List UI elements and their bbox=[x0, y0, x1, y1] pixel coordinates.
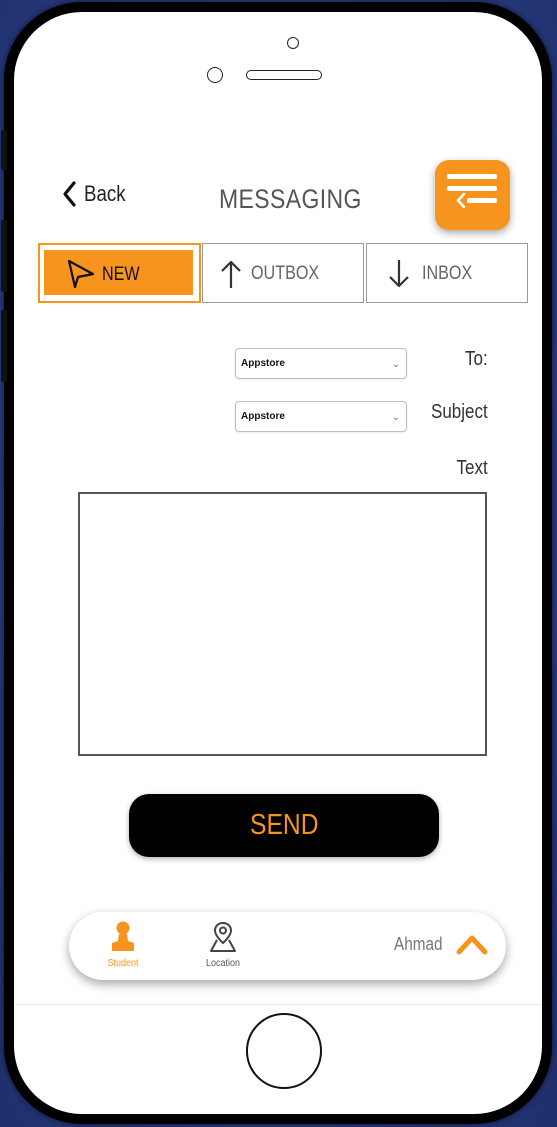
chevron-down-icon: ⌄ bbox=[391, 359, 400, 370]
to-label: To: bbox=[465, 348, 488, 370]
tab-new[interactable]: NEW bbox=[38, 243, 201, 303]
front-camera bbox=[287, 37, 299, 49]
to-select-value: Appstore bbox=[241, 358, 285, 369]
page-title: MESSAGING bbox=[219, 184, 362, 214]
tab-inbox-label: INBOX bbox=[422, 263, 473, 284]
arrow-up-icon bbox=[221, 260, 241, 288]
volume-down-button bbox=[1, 310, 7, 382]
home-button[interactable] bbox=[246, 1013, 322, 1089]
message-textarea[interactable] bbox=[78, 492, 487, 756]
user-name: Ahmad bbox=[394, 934, 443, 954]
mute-switch bbox=[1, 130, 7, 170]
menu-button[interactable] bbox=[435, 160, 510, 230]
nav-student[interactable]: Student bbox=[93, 912, 153, 980]
bottom-nav-bar: Student Location Ahmad bbox=[69, 912, 506, 980]
tab-inbox[interactable]: INBOX bbox=[366, 243, 528, 303]
back-button[interactable]: Back bbox=[62, 180, 133, 208]
tab-outbox-label: OUTBOX bbox=[251, 263, 320, 284]
subject-select[interactable]: Appstore ⌄ bbox=[235, 401, 407, 432]
earpiece-speaker bbox=[246, 70, 322, 80]
tab-new-label: NEW bbox=[102, 264, 140, 285]
to-select[interactable]: Appstore ⌄ bbox=[235, 348, 407, 379]
chevron-up-icon[interactable] bbox=[455, 932, 489, 956]
proximity-sensor bbox=[207, 67, 223, 83]
text-label: Text bbox=[456, 457, 488, 479]
volume-up-button bbox=[1, 220, 7, 292]
chevron-left-icon bbox=[63, 181, 76, 207]
phone-screen: Back MESSAGING NEW OUTBOX INBOX Appstore… bbox=[14, 12, 542, 1114]
location-pin-icon bbox=[210, 921, 236, 952]
tab-outbox[interactable]: OUTBOX bbox=[202, 243, 364, 303]
subject-label: Subject bbox=[431, 401, 488, 423]
send-button[interactable]: SEND bbox=[129, 794, 439, 857]
subject-select-value: Appstore bbox=[241, 411, 285, 422]
student-icon bbox=[112, 921, 134, 951]
send-label: SEND bbox=[249, 809, 319, 841]
nav-location-label: Location bbox=[205, 958, 241, 969]
nav-location[interactable]: Location bbox=[193, 912, 253, 980]
back-label: Back bbox=[84, 181, 126, 206]
chevron-down-icon: ⌄ bbox=[391, 412, 400, 423]
nav-student-label: Student bbox=[107, 958, 139, 969]
divider bbox=[14, 1004, 542, 1005]
phone-frame: Back MESSAGING NEW OUTBOX INBOX Appstore… bbox=[1, 2, 552, 1124]
paper-plane-icon bbox=[67, 259, 95, 289]
arrow-down-icon bbox=[389, 260, 409, 288]
menu-lines-icon bbox=[447, 174, 497, 209]
